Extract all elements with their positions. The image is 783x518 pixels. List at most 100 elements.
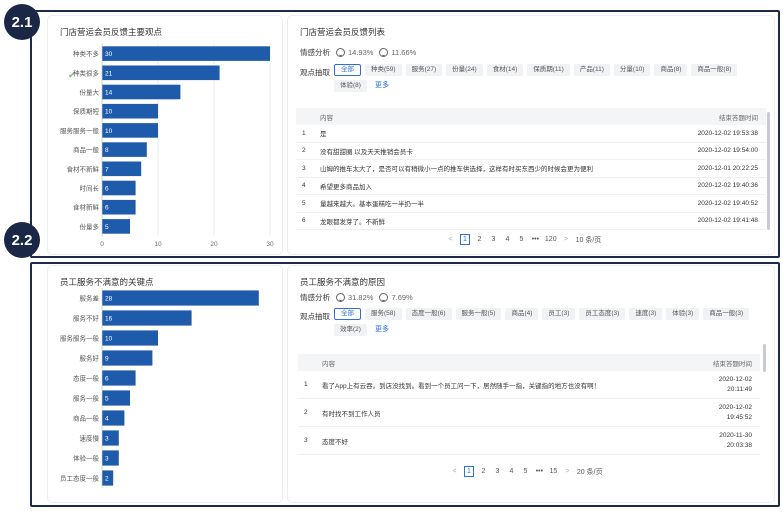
keyword-tag[interactable]: 食材(14) (486, 64, 524, 76)
page-number[interactable]: 2 (479, 468, 488, 475)
row-index: 5 (302, 199, 306, 207)
bar[interactable] (102, 65, 220, 81)
value-label: 14 (105, 90, 113, 97)
category-label: 服务好 (80, 354, 100, 363)
keyword-tag[interactable]: 商品(8) (654, 64, 688, 76)
row-end-time: 2020-12-02 20:11:49 (700, 375, 760, 395)
page-number-last[interactable]: 120 (545, 236, 557, 243)
page-size-select[interactable]: 10 条/页 (576, 235, 602, 245)
keyword-tag[interactable]: 商品一般(8) (691, 64, 738, 76)
reasons-title: 员工服务不满意的原因 (300, 277, 386, 287)
page-number[interactable]: 1 (464, 466, 474, 477)
page-number[interactable]: 4 (503, 236, 512, 243)
bar[interactable] (102, 350, 153, 366)
next-page-icon[interactable]: > (563, 468, 572, 475)
staff-dissatisfaction-chart-panel: 员工服务不满意的关键点 服务差 28 服务不好 16 服务服务一般 10 服务好 9 态度一般 6… (48, 266, 282, 502)
x-tick-label: 0 (100, 241, 104, 248)
column-end-time: 结束答题时间 (719, 114, 758, 122)
keyword-tag[interactable]: 服务(58) (365, 308, 402, 320)
category-label: 保质期短 (73, 107, 100, 116)
keyword-tag[interactable]: 分量(10) (613, 64, 651, 76)
page-number[interactable]: 3 (489, 236, 498, 243)
table-row[interactable]: 3 态度不好 2020-11-30 20:03:38 (298, 427, 760, 455)
section-badge-2-1: 2.1 (4, 4, 40, 40)
value-label: 10 (105, 128, 113, 135)
bar[interactable] (102, 46, 270, 61)
smile-icon (336, 48, 345, 57)
bar[interactable] (102, 290, 259, 306)
page-number[interactable]: 1 (460, 234, 470, 245)
keyword-tag[interactable]: 产品(11) (573, 64, 610, 76)
page-number-last[interactable]: 15 (549, 468, 558, 475)
more-link[interactable]: 更多 (371, 324, 393, 336)
page-number[interactable]: 5 (521, 468, 530, 475)
keyword-tag[interactable]: 服务(27) (405, 64, 443, 76)
page-ellipsis[interactable]: ••• (535, 468, 544, 475)
keyword-tag[interactable]: 体验(8) (334, 80, 367, 92)
row-end-date: 2020-12-02 (718, 403, 752, 411)
row-content: 是 (320, 131, 327, 139)
row-end-time: 2020-12-02 19:41:48 (697, 217, 758, 225)
value-label: 5 (105, 224, 109, 231)
table-row[interactable]: 2 有时找不到工作人员 2020-12-02 19:45:52 (298, 399, 760, 427)
row-content: 有时找不到工作人员 (322, 410, 381, 418)
value-label: 5 (105, 396, 109, 403)
row-end-time: 2020-12-02 19:54:00 (697, 147, 758, 155)
keyword-tag[interactable]: 保质期(11) (527, 64, 570, 76)
category-label: 员工态度一般 (60, 474, 100, 483)
negative-percent: 7.69% (391, 293, 413, 302)
keyword-tag[interactable]: 效率(2) (334, 324, 367, 336)
table-row[interactable]: 3 山姆的推车太大了，是否可以有稍微小一点的推车供选择，这样有时买东西少的时候会更… (296, 160, 766, 178)
x-tick-label: 20 (210, 241, 218, 248)
keyword-tag[interactable]: 商品(4) (505, 308, 539, 320)
keyword-tag[interactable]: 态度一般(6) (405, 308, 452, 320)
page-number[interactable]: 3 (493, 468, 502, 475)
keyword-tag[interactable]: 商品一般(3) (703, 308, 750, 320)
keyword-tag[interactable]: 份量(24) (446, 64, 483, 76)
keyword-tag[interactable]: 全部 (334, 64, 361, 76)
table-scrollbar[interactable] (763, 344, 766, 372)
category-label: 商品一般 (73, 145, 100, 154)
value-label: 9 (105, 356, 109, 363)
positive-percent: 14.93% (348, 48, 374, 57)
feedback-list-title: 门店营运会员反馈列表 (300, 27, 386, 37)
value-label: 21 (105, 70, 113, 77)
positive-percent: 31.82% (348, 293, 374, 302)
table-row[interactable]: 6 龙眼都发芽了。不新鲜 2020-12-02 19:41:48 (296, 213, 766, 230)
category-label: 食材新鲜 (73, 203, 100, 212)
keyword-tag[interactable]: 种类(59) (365, 64, 402, 76)
column-end-time: 结束答题时间 (713, 360, 752, 368)
page-number[interactable]: 5 (517, 236, 526, 243)
prev-page-icon[interactable]: < (450, 468, 459, 475)
bar[interactable] (102, 84, 181, 100)
row-end-time: 2020-11-30 20:03:38 (700, 431, 760, 451)
bar[interactable] (102, 310, 192, 326)
category-label: 份量大 (80, 88, 100, 97)
keyword-tag[interactable]: 员工(3) (542, 308, 576, 320)
table-row[interactable]: 4 希望更多商品加入 2020-12-02 19:40:36 (296, 178, 766, 195)
value-label: 6 (105, 186, 109, 193)
table-row[interactable]: 5 量越来越大。基本蛋糕吃一半扔一半 2020-12-02 19:40:52 (296, 195, 766, 213)
next-page-icon[interactable]: > (562, 236, 571, 243)
table-scrollbar[interactable] (767, 112, 770, 230)
keyword-tag[interactable]: 体验(3) (666, 308, 700, 320)
page-size-select[interactable]: 20 条/页 (577, 467, 603, 477)
row-index: 1 (304, 381, 308, 388)
bar[interactable] (102, 142, 147, 157)
prev-page-icon[interactable]: < (446, 236, 455, 243)
staff-dissatisfaction-reasons-panel: 员工服务不满意的原因 情感分析 31.82% 7.69% 观点抽取 全部 服务(5… (288, 266, 774, 502)
keyword-tag[interactable]: 速度(3) (629, 308, 663, 320)
keyword-tag[interactable]: 全部 (334, 308, 361, 320)
keyword-tag[interactable]: 员工态度(3) (579, 308, 626, 320)
row-end-clock: 20:11:49 (727, 385, 752, 393)
page-number[interactable]: 4 (507, 468, 516, 475)
page-number[interactable]: 2 (475, 236, 484, 243)
table-row[interactable]: 1 看了App上有云吞。到店没找到。看到一个员工问一下，居然随手一指，关键指的地方… (298, 371, 760, 399)
section-badge-2-2: 2.2 (4, 222, 40, 258)
value-label: 30 (105, 51, 113, 58)
table-row[interactable]: 1 是 2020-12-02 19:53:38 (296, 125, 766, 143)
page-ellipsis[interactable]: ••• (531, 236, 540, 243)
keyword-tag[interactable]: 服务一般(5) (455, 308, 502, 320)
table-row[interactable]: 2 没有甜甜圈 以及天天推销会员卡 2020-12-02 19:54:00 (296, 143, 766, 160)
more-link[interactable]: 更多 (371, 80, 393, 92)
